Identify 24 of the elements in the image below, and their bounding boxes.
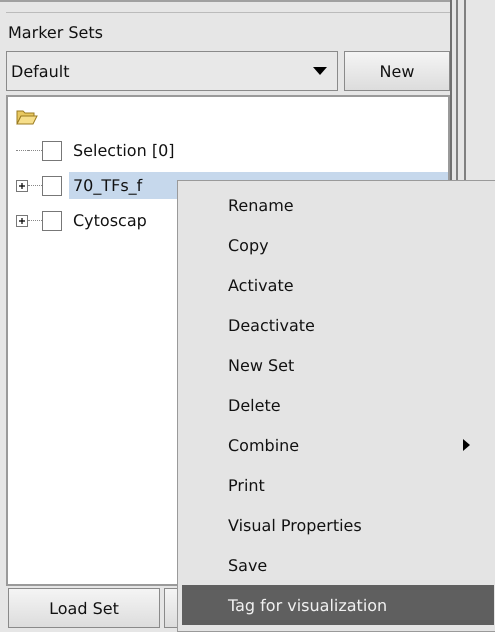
new-button[interactable]: New [344,51,450,91]
menu-item[interactable]: Save [182,545,494,585]
menu-item[interactable]: Activate [182,265,494,305]
tree-item[interactable]: Cytoscap [69,207,151,234]
menu-item[interactable]: Delete [182,385,494,425]
menu-item[interactable]: Combine [182,425,494,465]
checkbox[interactable] [42,140,62,160]
menu-item[interactable]: Print [182,465,494,505]
menu-item[interactable]: Tag for visualization [182,585,494,625]
load-set-button[interactable]: Load Set [8,588,160,628]
dropdown-arrow-icon [313,67,327,75]
folder-icon [16,109,38,125]
submenu-arrow-icon [463,439,470,451]
menu-item[interactable]: Rename [182,185,494,225]
expand-icon[interactable] [16,214,28,226]
checkbox[interactable] [42,210,62,230]
menu-item[interactable]: Copy [182,225,494,265]
tree-item[interactable]: Selection [0] [69,137,178,164]
checkbox[interactable] [42,176,62,196]
expand-icon[interactable] [16,180,28,192]
menu-item[interactable]: Visual Properties [182,505,494,545]
menu-item[interactable]: Deactivate [182,305,494,345]
set-dropdown[interactable]: Default [6,51,338,91]
menu-item[interactable]: New Set [182,345,494,385]
